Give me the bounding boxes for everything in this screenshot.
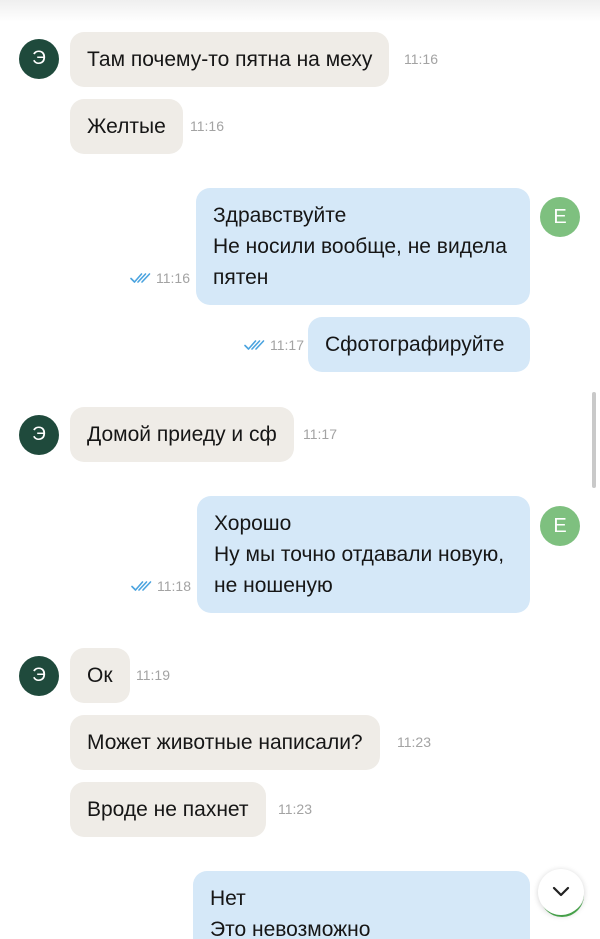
chat-window: Э Там почему-то пятна на меху 11:16 Желт… [0,0,600,939]
message-text: Не носили вообще, не видела [213,235,507,258]
message-text: Домой приеду и сф [87,423,277,446]
message-time: 11:23 [397,734,431,750]
message-text: Вроде не пахнет [87,798,249,821]
message-text: Там почему-то пятна на меху [87,48,373,71]
message-text: Ну мы точно отдавали новую, [214,543,505,566]
message-bubble-outgoing[interactable]: Хорошо Ну мы точно отдавали новую, не но… [197,496,530,613]
message-time: 11:19 [136,667,170,683]
top-fade [0,0,600,22]
message-text: Нет [210,887,246,910]
sender-avatar[interactable]: Э [19,39,59,79]
message-bubble-incoming[interactable]: Вроде не пахнет [70,782,266,837]
message-time: 11:23 [278,801,312,817]
message-time: 11:18 [157,578,191,594]
message-text: Сфотографируйте [325,333,505,356]
message-bubble-incoming[interactable]: Ок [70,648,130,703]
message-text: Хорошо [214,512,292,535]
sender-avatar[interactable]: Э [19,415,59,455]
scroll-to-bottom-button[interactable] [538,869,584,915]
message-time: 11:16 [156,270,190,286]
message-text: Может животные написали? [87,731,363,754]
my-avatar[interactable]: Е [540,506,580,546]
message-bubble-incoming[interactable]: Желтые [70,99,183,154]
message-text: Желтые [87,115,166,138]
message-text: Здравствуйте [213,204,347,227]
double-check-icon [244,340,265,350]
message-bubble-incoming[interactable]: Может животные написали? [70,715,380,770]
message-time: 11:17 [303,426,337,442]
message-text: Ок [87,664,113,687]
message-bubble-outgoing[interactable]: Здравствуйте Не носили вообще, не видела… [196,188,530,305]
message-time: 11:16 [404,51,438,67]
message-bubble-incoming[interactable]: Там почему-то пятна на меху [70,32,390,87]
message-text: пятен [213,266,269,289]
message-time: 11:17 [270,337,304,353]
scrollbar[interactable] [592,392,596,488]
chevron-down-icon [552,886,570,897]
message-time: 11:16 [190,118,224,134]
message-bubble-outgoing[interactable]: Сфотографируйте [308,317,530,372]
my-avatar[interactable]: Е [540,197,580,237]
message-bubble-incoming[interactable]: Домой приеду и сф [70,407,294,462]
message-bubble-outgoing[interactable]: Нет Это невозможно [193,871,530,939]
message-text: не ношеную [214,574,333,597]
double-check-icon [131,581,152,591]
double-check-icon [130,273,151,283]
message-text: Это невозможно [210,918,371,939]
sender-avatar[interactable]: Э [19,656,59,696]
